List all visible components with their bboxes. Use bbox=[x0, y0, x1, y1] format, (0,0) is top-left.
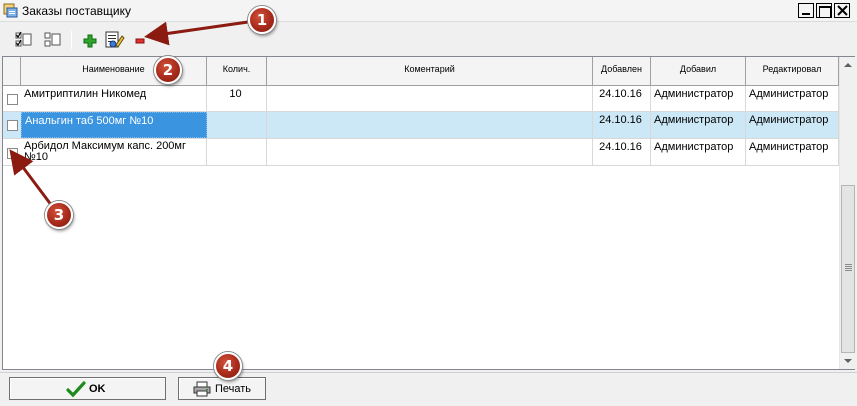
check-all-button[interactable] bbox=[13, 30, 35, 50]
scroll-thumb[interactable] bbox=[841, 185, 855, 353]
print-button-label: Печать bbox=[215, 383, 252, 395]
cell-edited-by[interactable]: Администратор bbox=[746, 112, 839, 138]
supplier-orders-window: Заказы поставщику Наименование Колич. Ко… bbox=[0, 0, 857, 406]
column-header-edited-by[interactable]: Редактировал bbox=[746, 57, 839, 86]
close-button[interactable] bbox=[834, 3, 850, 18]
uncheck-all-icon bbox=[44, 32, 61, 47]
window-title: Заказы поставщику bbox=[22, 4, 131, 18]
cell-added-by[interactable]: Администратор bbox=[651, 139, 746, 165]
vertical-scrollbar[interactable] bbox=[839, 57, 855, 369]
column-header-added[interactable]: Добавлен bbox=[593, 57, 651, 86]
cell-added-by[interactable]: Администратор bbox=[651, 86, 746, 111]
window-app-icon bbox=[3, 3, 18, 18]
annotation-marker-1: 1 bbox=[248, 6, 276, 34]
scroll-up-button[interactable] bbox=[840, 57, 856, 73]
ok-button[interactable]: OK bbox=[9, 377, 166, 400]
cell-name[interactable]: Амитриптилин Никомед bbox=[21, 86, 207, 111]
bottom-bar: OK Печать bbox=[0, 372, 857, 406]
annotation-marker-4: 4 bbox=[214, 352, 242, 380]
maximize-button[interactable] bbox=[816, 3, 832, 18]
cell-edited-by[interactable]: Администратор bbox=[746, 86, 839, 111]
toolbar-separator bbox=[71, 31, 72, 49]
scroll-grip bbox=[845, 266, 852, 267]
cell-qty[interactable]: 10 bbox=[207, 86, 267, 111]
add-icon bbox=[83, 34, 97, 48]
table-body: Амитриптилин Никомед 10 24.10.16 Админис… bbox=[3, 86, 839, 369]
cell-comment[interactable] bbox=[267, 112, 593, 138]
cell-comment[interactable] bbox=[267, 86, 593, 111]
row-checkbox[interactable] bbox=[7, 120, 18, 131]
cell-name[interactable]: Анальгин таб 500мг №10 bbox=[21, 112, 207, 138]
row-checkbox[interactable] bbox=[7, 94, 18, 105]
row-checkbox[interactable] bbox=[7, 148, 18, 159]
column-header-check[interactable] bbox=[3, 57, 21, 86]
column-header-qty[interactable]: Колич. bbox=[207, 57, 267, 86]
scroll-grip bbox=[845, 264, 852, 265]
annotation-marker-2: 2 bbox=[154, 56, 182, 84]
check-all-icon bbox=[15, 31, 32, 47]
column-header-added-by[interactable]: Добавил bbox=[651, 57, 746, 86]
table-row-selected[interactable]: Анальгин таб 500мг №10 24.10.16 Админист… bbox=[3, 112, 839, 139]
delete-button[interactable] bbox=[130, 30, 152, 50]
scroll-grip bbox=[845, 270, 852, 271]
toolbar bbox=[0, 22, 857, 55]
uncheck-all-button[interactable] bbox=[42, 30, 64, 50]
delete-icon bbox=[135, 38, 145, 44]
cell-added[interactable]: 24.10.16 bbox=[593, 139, 651, 165]
add-button[interactable] bbox=[79, 30, 101, 50]
ok-button-label: OK bbox=[89, 383, 106, 395]
title-bar: Заказы поставщику bbox=[0, 0, 857, 22]
cell-name[interactable]: Арбидол Максимум капс. 200мг №10 bbox=[21, 139, 207, 165]
table-header: Наименование Колич. Коментарий Добавлен … bbox=[3, 57, 839, 86]
column-header-comment[interactable]: Коментарий bbox=[267, 57, 593, 86]
edit-button[interactable] bbox=[103, 30, 125, 50]
table-row[interactable]: Арбидол Максимум капс. 200мг №10 24.10.1… bbox=[3, 139, 839, 166]
arrow-down-icon bbox=[844, 359, 852, 363]
orders-table[interactable]: Наименование Колич. Коментарий Добавлен … bbox=[2, 56, 855, 370]
printer-icon bbox=[193, 381, 211, 397]
annotation-marker-3: 3 bbox=[45, 201, 73, 229]
print-button[interactable]: Печать bbox=[178, 377, 266, 400]
arrow-up-icon bbox=[844, 63, 852, 67]
edit-icon bbox=[105, 31, 125, 48]
cell-comment[interactable] bbox=[267, 139, 593, 165]
table-row[interactable]: Амитриптилин Никомед 10 24.10.16 Админис… bbox=[3, 86, 839, 112]
cell-edited-by[interactable]: Администратор bbox=[746, 139, 839, 165]
minimize-button[interactable] bbox=[798, 3, 814, 18]
cell-added[interactable]: 24.10.16 bbox=[593, 86, 651, 111]
cell-added-by[interactable]: Администратор bbox=[651, 112, 746, 138]
checkmark-icon bbox=[66, 381, 86, 398]
cell-qty[interactable] bbox=[207, 112, 267, 138]
scroll-down-button[interactable] bbox=[840, 353, 856, 369]
cell-qty[interactable] bbox=[207, 139, 267, 165]
close-icon bbox=[837, 5, 848, 16]
scroll-grip bbox=[845, 268, 852, 269]
cell-added[interactable]: 24.10.16 bbox=[593, 112, 651, 138]
